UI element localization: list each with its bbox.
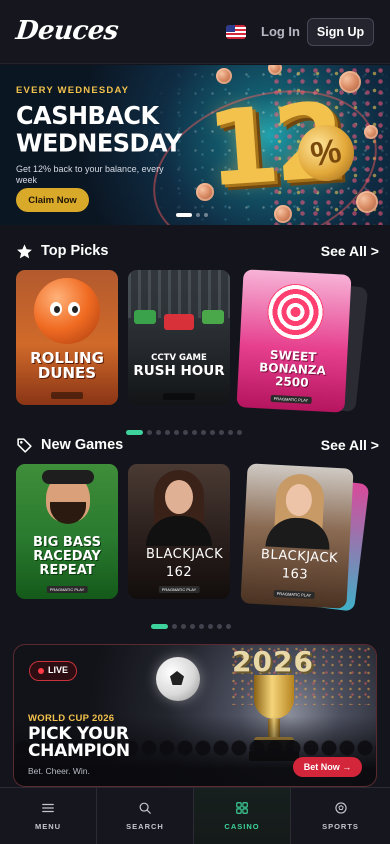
lollipop-art — [266, 282, 325, 342]
search-icon — [139, 802, 151, 814]
nav-item-sports[interactable]: SPORTS — [291, 788, 390, 844]
game-card-blackjack-163[interactable]: BLACKJACK 163 PRAGMATIC PLAY — [240, 463, 354, 609]
game-subtitle: CCTV GAME — [151, 353, 207, 363]
nav-label: CASINO — [224, 822, 260, 831]
game-art — [72, 306, 78, 313]
game-card-rush-hour[interactable]: CCTV GAME RUSH HOUR — [128, 270, 230, 405]
coin-icon — [216, 68, 232, 84]
provider-badge — [163, 393, 195, 400]
nav-item-menu[interactable]: MENU — [0, 788, 97, 844]
menu-icon — [42, 803, 54, 813]
nav-item-search[interactable]: SEARCH — [97, 788, 194, 844]
see-all-new-games-link[interactable]: See All > — [321, 437, 379, 453]
bottom-navigation: MENU SEARCH CASINO SPORTS — [0, 787, 390, 844]
new-games-pagination — [151, 624, 241, 629]
nav-label: MENU — [34, 822, 62, 831]
hero-title: CASHBACK WEDNESDAY — [16, 100, 182, 158]
game-card-blackjack-162[interactable]: BLACKJACK 162 PRAGMATIC PLAY — [128, 464, 230, 599]
banner-tagline: Bet. Cheer. Win. — [28, 766, 90, 776]
sports-icon — [334, 802, 347, 814]
hero-page-dot[interactable] — [196, 213, 200, 217]
game-title: SWEET BONANZA 2500 — [258, 347, 327, 390]
carousel-page-dot[interactable] — [199, 624, 204, 629]
live-label: LIVE — [48, 665, 69, 675]
game-card-big-bass-raceday-repeat[interactable]: BIG BASS RACEDAY REPEAT PRAGMATIC PLAY — [16, 464, 118, 599]
nav-label: SPORTS — [322, 822, 359, 831]
star-icon — [17, 244, 32, 259]
brand-logo[interactable]: Deuces — [14, 16, 119, 46]
provider-badge: PRAGMATIC PLAY — [158, 586, 200, 593]
section-title: New Games — [41, 437, 124, 453]
nav-item-casino[interactable]: CASINO — [194, 788, 291, 844]
section-title: Top Picks — [41, 243, 109, 259]
car-icon — [202, 310, 224, 324]
coin-icon — [274, 205, 292, 223]
us-flag-icon[interactable] — [226, 25, 246, 39]
world-cup-banner[interactable]: 2026 LIVE WORLD CUP 2026 PICK YOUR CHAMP… — [13, 644, 377, 787]
hero-page-dot[interactable] — [176, 213, 192, 217]
carousel-page-dot[interactable] — [208, 624, 213, 629]
see-all-top-picks-link[interactable]: See All > — [321, 243, 379, 259]
bet-now-button[interactable]: Bet Now → — [293, 757, 362, 777]
tag-icon — [17, 438, 32, 453]
beard-art — [50, 502, 86, 524]
top-header: Deuces Log In Sign Up — [0, 0, 390, 64]
game-card-rolling-dunes[interactable]: ROLLING DUNES — [16, 270, 118, 405]
carousel-page-dot[interactable] — [181, 624, 186, 629]
login-link[interactable]: Log In — [261, 24, 300, 39]
carousel-page-dot[interactable] — [151, 624, 168, 629]
live-badge: LIVE — [29, 661, 77, 681]
claim-now-button[interactable]: Claim Now — [16, 188, 89, 212]
carousel-page-dot[interactable] — [217, 624, 222, 629]
new-games-header: New Games See All > — [0, 434, 390, 458]
game-title: BLACKJACK 162 — [146, 547, 224, 580]
grid-icon — [236, 802, 248, 814]
cashback-hero-banner[interactable]: 12 % EVERY WEDNESDAY CASHBACK WEDNESDAY … — [0, 65, 390, 225]
game-card-sweet-bonanza-2500[interactable]: SWEET BONANZA 2500 PRAGMATIC PLAY — [236, 269, 352, 413]
coin-icon — [364, 125, 378, 139]
banner-eyebrow: WORLD CUP 2026 — [28, 713, 115, 724]
coin-icon — [339, 71, 361, 93]
dealer-face-art — [165, 480, 193, 514]
hero-pagination — [176, 213, 214, 217]
signup-button[interactable]: Sign Up — [307, 18, 374, 46]
car-icon — [134, 310, 156, 324]
car-icon — [164, 314, 194, 330]
hero-eyebrow: EVERY WEDNESDAY — [16, 85, 130, 96]
carousel-page-dot[interactable] — [226, 624, 231, 629]
carousel-page-dot[interactable] — [172, 624, 177, 629]
coin-icon — [356, 191, 378, 213]
nav-label: SEARCH — [126, 822, 164, 831]
hat-art — [42, 470, 94, 484]
soccer-ball-icon — [156, 657, 200, 701]
carousel-page-dot[interactable] — [190, 624, 195, 629]
hero-subtitle: Get 12% back to your balance, every week — [16, 164, 164, 185]
top-picks-header: Top Picks See All > — [0, 240, 390, 264]
live-dot-icon — [38, 668, 44, 674]
provider-badge: PRAGMATIC PLAY — [46, 586, 88, 593]
game-art — [34, 278, 100, 344]
provider-badge — [51, 392, 83, 399]
year-2026-graphic: 2026 — [232, 645, 314, 678]
game-title: RUSH HOUR — [133, 363, 225, 379]
game-art — [54, 306, 60, 313]
game-title: ROLLING DUNES — [30, 349, 104, 382]
banner-title: PICK YOUR CHAMPION — [28, 724, 130, 761]
hero-page-dot[interactable] — [204, 213, 208, 217]
trophy-icon — [254, 675, 294, 719]
game-title: BIG BASS RACEDAY REPEAT — [32, 535, 102, 578]
game-title: BLACKJACK 163 — [260, 547, 339, 583]
provider-badge: PRAGMATIC PLAY — [270, 394, 312, 404]
provider-badge: PRAGMATIC PLAY — [273, 589, 315, 599]
